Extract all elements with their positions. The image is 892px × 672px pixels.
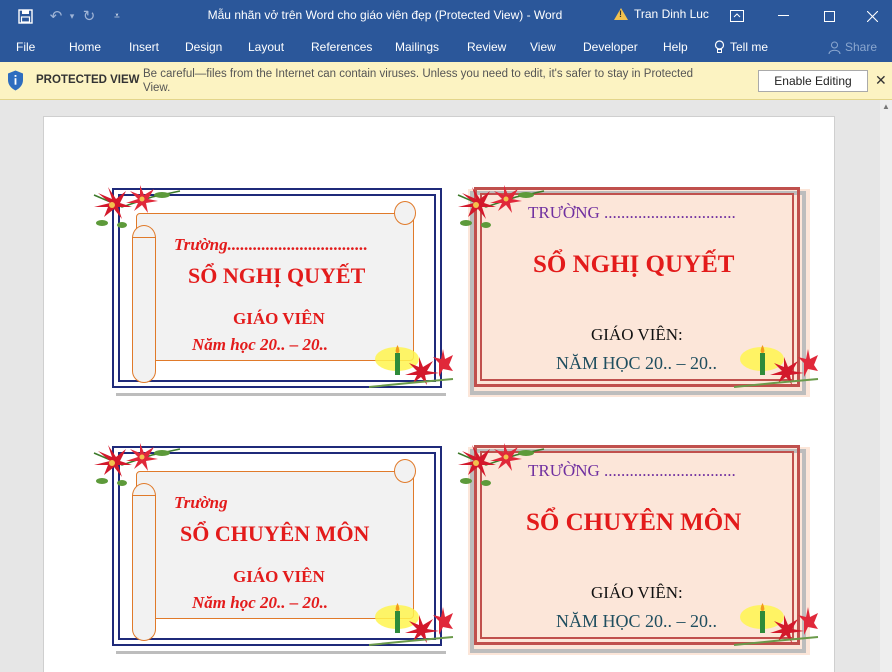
tab-insert[interactable]: Insert: [129, 40, 159, 54]
undo-icon[interactable]: ↶: [44, 6, 68, 26]
school-year: Năm học 20.. – 20..: [192, 593, 328, 612]
person-icon: [828, 41, 841, 54]
school-line: TRƯỜNG ...............................: [528, 203, 736, 222]
frame-shadow: [116, 651, 446, 654]
scroll-curl-top: [394, 201, 416, 225]
frame-shadow: [116, 393, 446, 396]
scroll-roll-left: [132, 495, 156, 641]
school-line: TRƯỜNG ...............................: [528, 461, 736, 480]
scroll-curl-top: [394, 459, 416, 483]
enable-editing-button[interactable]: Enable Editing: [758, 70, 868, 92]
share-button[interactable]: Share: [828, 40, 877, 54]
share-label: Share: [845, 40, 878, 54]
scroll-up-icon[interactable]: ▲: [882, 102, 890, 111]
tab-mailings[interactable]: Mailings: [395, 40, 439, 54]
user-account[interactable]: Tran Dinh Luc: [614, 7, 709, 21]
tab-home[interactable]: Home: [69, 40, 101, 54]
book-title: SỔ NGHỊ QUYẾT: [533, 251, 735, 278]
title-bar: ↶ ▾ ↻ ⩡ Mẫu nhãn vở trên Word cho giáo v…: [0, 0, 892, 32]
school-year: Năm học 20.. – 20..: [192, 335, 328, 354]
tab-view[interactable]: View: [530, 40, 556, 54]
label-nghi-quyet-pink: TRƯỜNG ............................... S…: [456, 185, 821, 400]
user-name: Tran Dinh Luc: [634, 7, 709, 21]
maximize-button[interactable]: [806, 0, 852, 32]
warning-icon: [614, 8, 628, 20]
tab-file[interactable]: File: [16, 40, 35, 54]
ribbon-tabs: File Home Insert Design Layout Reference…: [0, 32, 892, 62]
ribbon-display-options-icon[interactable]: [714, 0, 760, 32]
tab-developer[interactable]: Developer: [583, 40, 638, 54]
book-title: SỔ CHUYÊN MÔN: [180, 521, 370, 546]
book-title: SỔ NGHỊ QUYẾT: [188, 263, 366, 288]
tab-help[interactable]: Help: [663, 40, 688, 54]
undo-dropdown-icon[interactable]: ▾: [66, 6, 78, 26]
teacher-label: GIÁO VIÊN:: [591, 325, 683, 344]
close-window-button[interactable]: [852, 0, 892, 32]
redo-icon[interactable]: ↻: [78, 6, 100, 26]
tab-review[interactable]: Review: [467, 40, 506, 54]
protected-view-bar: PROTECTED VIEW Be careful—files from the…: [0, 62, 892, 100]
school-year: NĂM HỌC 20.. – 20..: [556, 353, 718, 373]
book-title: SỔ CHUYÊN MÔN: [526, 509, 742, 536]
teacher-label: GIÁO VIÊN: [233, 567, 325, 586]
school-line: Trường: [174, 493, 228, 512]
protected-view-message: Be careful—files from the Internet can c…: [143, 68, 693, 94]
protected-view-label: PROTECTED VIEW: [36, 74, 140, 86]
shield-icon: [8, 70, 23, 91]
candle-decoration-icon: [369, 603, 454, 646]
document-page[interactable]: Trường................................. …: [43, 116, 835, 672]
vertical-scrollbar[interactable]: ▲: [880, 100, 892, 672]
candle-decoration-icon: [734, 345, 819, 388]
tell-me-label: Tell me: [730, 40, 769, 54]
close-protected-bar-icon[interactable]: ✕: [875, 72, 887, 89]
label-chuyen-mon-scroll: Trường SỔ CHUYÊN MÔN GIÁO VIÊN Năm học 2…: [93, 443, 454, 658]
label-nghi-quyet-scroll: Trường................................. …: [93, 185, 454, 400]
tab-layout[interactable]: Layout: [248, 40, 284, 54]
tab-design[interactable]: Design: [185, 40, 222, 54]
teacher-label: GIÁO VIÊN:: [591, 583, 683, 602]
candle-decoration-icon: [369, 345, 454, 388]
school-line: Trường.................................: [174, 235, 368, 254]
lightbulb-icon: [714, 40, 725, 53]
tell-me-search[interactable]: Tell me: [714, 40, 768, 54]
school-year: NĂM HỌC 20.. – 20..: [556, 611, 718, 631]
label-chuyen-mon-pink: TRƯỜNG ............................... S…: [456, 443, 821, 658]
candle-decoration-icon: [734, 603, 819, 646]
save-icon[interactable]: [14, 6, 36, 26]
window-title: Mẫu nhãn vở trên Word cho giáo viên đẹp …: [207, 8, 563, 22]
poinsettia-decoration-icon: [93, 185, 181, 228]
teacher-label: GIÁO VIÊN: [233, 309, 325, 328]
minimize-button[interactable]: [760, 0, 806, 32]
tab-references[interactable]: References: [311, 40, 372, 54]
poinsettia-decoration-icon: [93, 443, 181, 486]
customize-toolbar-icon[interactable]: ⩡: [110, 6, 124, 26]
scroll-roll-left: [132, 237, 156, 383]
